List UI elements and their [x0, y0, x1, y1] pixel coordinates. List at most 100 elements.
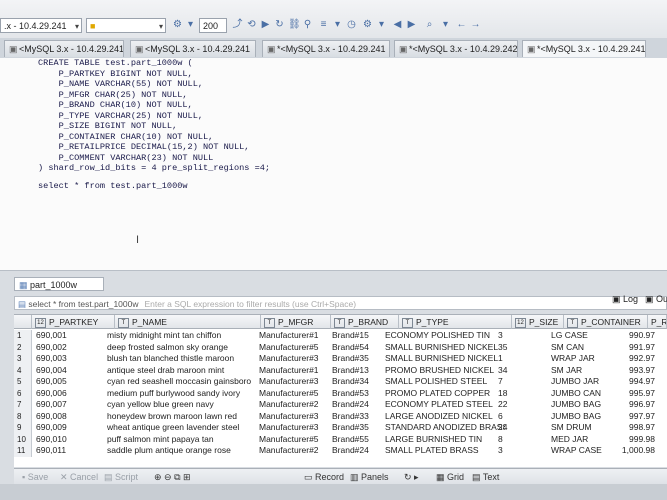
database-combo[interactable]: ■ ▾ — [86, 18, 166, 33]
column-header-p-partkey[interactable]: 12 P_PARTKEY — [32, 315, 115, 329]
cell-size[interactable]: 1 — [498, 353, 528, 365]
dropdown-icon[interactable]: ▾ — [332, 19, 343, 30]
cell-brand[interactable]: Brand#13 — [332, 365, 392, 377]
column-header-p-mfgr[interactable]: T P_MFGR — [261, 315, 331, 329]
cell-type[interactable]: ECONOMY POLISHED TIN — [385, 330, 505, 342]
refresh-button[interactable]: ↻ ▸ — [404, 471, 419, 483]
rollback-icon[interactable]: ⟲ — [246, 19, 257, 30]
execute-icon[interactable]: ▶ — [260, 19, 271, 30]
cell-size[interactable]: 6 — [498, 411, 528, 423]
cell-name[interactable]: puff salmon mint papaya tan — [107, 434, 257, 446]
column-header-p-brand[interactable]: T P_BRAND — [331, 315, 399, 329]
cell-mfgr[interactable]: Manufacturer#5 — [259, 342, 329, 354]
cell-retailprice[interactable]: 994.97 — [612, 376, 655, 388]
dropdown-icon[interactable]: ▾ — [440, 19, 451, 30]
forward-arrow-icon[interactable]: → — [470, 19, 481, 30]
column-header-p-size[interactable]: 12 P_SIZE — [512, 315, 564, 329]
table-row[interactable]: 9 690,009 wheat antique green lavender s… — [14, 422, 667, 434]
cell-container[interactable]: SM JAR — [551, 365, 621, 377]
cell-brand[interactable]: Brand#35 — [332, 422, 392, 434]
result-tab[interactable]: ▦ part_1000w — [14, 277, 104, 291]
table-row[interactable]: 10 690,010 puff salmon mint papaya tan M… — [14, 433, 667, 446]
editor-tab[interactable]: ▣*<MySQL 3.x - 10.4.29.242 — [394, 40, 518, 57]
table-row[interactable]: 11 690,011 saddle plum antique orange ro… — [14, 445, 667, 457]
commit-icon[interactable]: ⤴ — [232, 19, 243, 30]
cell-size[interactable]: 3 — [498, 445, 528, 457]
transaction-icon[interactable]: ⚙ — [172, 19, 183, 30]
cell-brand[interactable]: Brand#53 — [332, 388, 392, 400]
cell-brand[interactable]: Brand#35 — [332, 353, 392, 365]
cell-container[interactable]: SM CAN — [551, 342, 621, 354]
cell-retailprice[interactable]: 991.97 — [612, 342, 655, 354]
cell-partkey[interactable]: 690,001 — [36, 330, 96, 342]
cell-container[interactable]: JUMBO CAN — [551, 388, 621, 400]
cell-partkey[interactable]: 690,009 — [36, 422, 96, 434]
grid-button[interactable]: ▦ Grid — [436, 471, 464, 483]
cell-container[interactable]: WRAP JAR — [551, 353, 621, 365]
cell-partkey[interactable]: 690,010 — [36, 434, 96, 446]
cell-type[interactable]: SMALL PLATED BRASS — [385, 445, 505, 457]
cell-partkey[interactable]: 690,003 — [36, 353, 96, 365]
cell-container[interactable]: SM DRUM — [551, 422, 621, 434]
forward-icon[interactable]: ▶ — [406, 19, 417, 30]
cell-name[interactable]: blush tan blanched thistle maroon — [107, 353, 257, 365]
cell-retailprice[interactable]: 998.97 — [612, 422, 655, 434]
cell-type[interactable]: PROMO PLATED COPPER — [385, 388, 505, 400]
cell-name[interactable]: antique steel drab maroon mint — [107, 365, 257, 377]
table-row[interactable]: 8 690,008 honeydew brown maroon lawn red… — [14, 410, 667, 423]
output-button[interactable]: ▣ Out — [645, 294, 667, 305]
table-row[interactable]: 5 690,005 cyan red seashell moccasin gai… — [14, 376, 667, 388]
editor-tab-active[interactable]: ▣*<MySQL 3.x - 10.4.29.241× — [522, 40, 646, 57]
cell-partkey[interactable]: 690,002 — [36, 342, 96, 354]
cell-retailprice[interactable]: 993.97 — [612, 365, 655, 377]
table-row[interactable]: 6 690,006 medium puff burlywood sandy iv… — [14, 387, 667, 400]
cell-mfgr[interactable]: Manufacturer#5 — [259, 434, 329, 446]
cell-type[interactable]: SMALL BURNISHED NICKEL — [385, 353, 505, 365]
cell-name[interactable]: misty midnight mint tan chiffon — [107, 330, 257, 342]
table-row[interactable]: 1 690,001 misty midnight mint tan chiffo… — [14, 330, 667, 342]
history-icon[interactable]: ◷ — [346, 19, 357, 30]
cell-brand[interactable]: Brand#55 — [332, 434, 392, 446]
cancel-button[interactable]: ✕ Cancel — [60, 471, 98, 483]
cell-container[interactable]: WRAP CASE — [551, 445, 621, 457]
cell-retailprice[interactable]: 992.97 — [612, 353, 655, 365]
script-button[interactable]: ▤ Script — [104, 471, 138, 483]
cell-size[interactable]: 35 — [498, 342, 528, 354]
cell-size[interactable]: 34 — [498, 365, 528, 377]
filter-icon[interactable]: ⚲ — [302, 19, 313, 30]
cell-brand[interactable]: Brand#33 — [332, 411, 392, 423]
cell-brand[interactable]: Brand#54 — [332, 342, 392, 354]
cell-size[interactable]: 22 — [498, 399, 528, 411]
column-header-p-type[interactable]: T P_TYPE — [399, 315, 512, 329]
dropdown-icon[interactable]: ▾ — [185, 19, 196, 30]
cell-mfgr[interactable]: Manufacturer#5 — [259, 388, 329, 400]
editor-tab[interactable]: ▣<MySQL 3.x - 10.4.29.241 — [130, 40, 256, 57]
cell-partkey[interactable]: 690,007 — [36, 399, 96, 411]
log-button[interactable]: ▣ Log — [612, 294, 638, 305]
cell-name[interactable]: wheat antique green lavender steel — [107, 422, 257, 434]
cell-mfgr[interactable]: Manufacturer#3 — [259, 353, 329, 365]
cell-container[interactable]: LG CASE — [551, 330, 621, 342]
result-grid[interactable]: 12 P_PARTKEY T P_NAME T P_MFGR T P_BRAND T P_… — [14, 314, 667, 467]
cell-container[interactable]: MED JAR — [551, 434, 621, 446]
cell-name[interactable]: deep frosted salmon sky orange — [107, 342, 257, 354]
cell-size[interactable]: 8 — [498, 434, 528, 446]
sql-editor[interactable]: CREATE TABLE test.part_1000w ( P_PARTKEY… — [0, 58, 667, 271]
cell-container[interactable]: JUMBO BAG — [551, 411, 621, 423]
cell-type[interactable]: SMALL POLISHED STEEL — [385, 376, 505, 388]
cell-partkey[interactable]: 690,008 — [36, 411, 96, 423]
cell-mfgr[interactable]: Manufacturer#2 — [259, 445, 329, 457]
text-button[interactable]: ▤ Text — [472, 471, 499, 483]
cell-brand[interactable]: Brand#15 — [332, 330, 392, 342]
table-row[interactable]: 2 690,002 deep frosted salmon sky orange… — [14, 341, 667, 354]
cell-partkey[interactable]: 690,004 — [36, 365, 96, 377]
editor-tab[interactable]: ▣*<MySQL 3.x - 10.4.29.241 — [262, 40, 390, 57]
cell-name[interactable]: honeydew brown maroon lawn red — [107, 411, 257, 423]
cell-type[interactable]: LARGE BURNISHED TIN — [385, 434, 505, 446]
cell-name[interactable]: cyan yellow blue green navy — [107, 399, 257, 411]
link-icon[interactable]: ⛓ — [288, 19, 301, 30]
cell-mfgr[interactable]: Manufacturer#1 — [259, 365, 329, 377]
cell-retailprice[interactable]: 990.97 — [612, 330, 655, 342]
cell-name[interactable]: saddle plum antique orange rose — [107, 445, 257, 457]
result-limit-input[interactable]: 200 — [199, 18, 227, 33]
